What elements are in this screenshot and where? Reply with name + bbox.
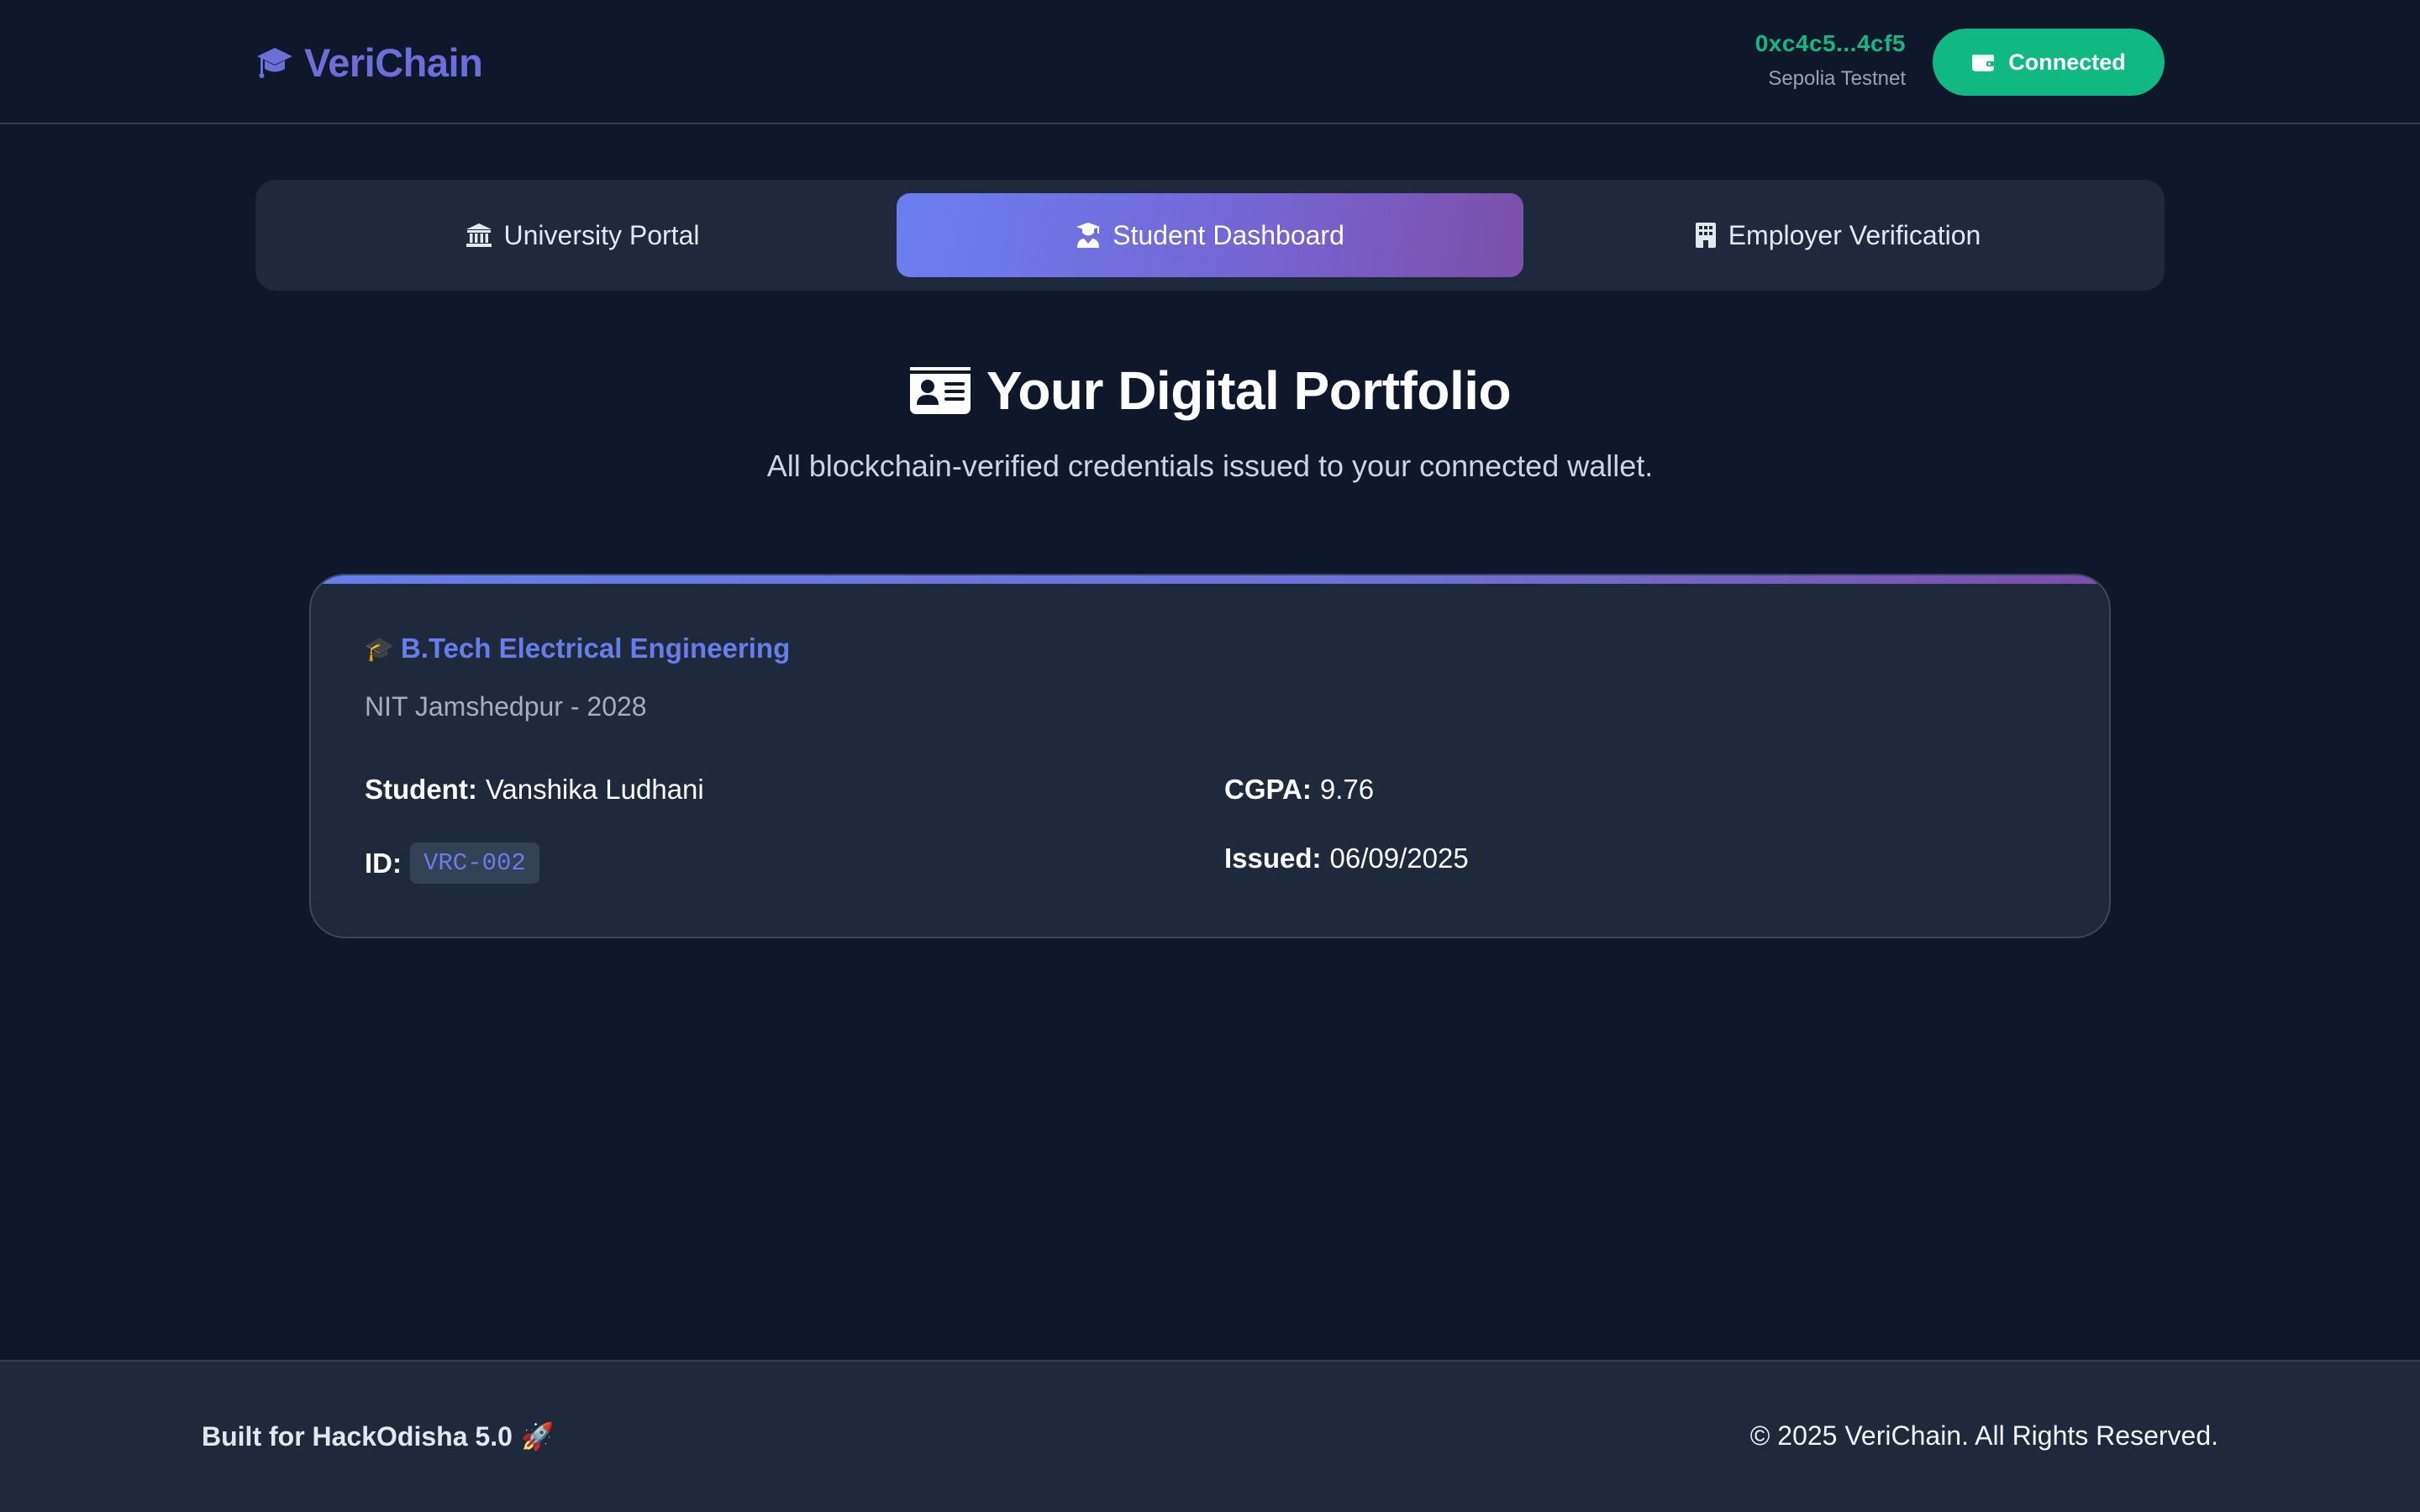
graduation-cap-icon — [255, 43, 294, 81]
connect-label: Connected — [2008, 49, 2126, 75]
cgpa-label: CGPA: — [1224, 774, 1312, 805]
student-field: Student: Vanshika Ludhani — [365, 774, 704, 806]
student-name: Vanshika Ludhani — [485, 774, 704, 805]
page-title: Your Digital Portfolio — [986, 360, 1512, 421]
issued-label: Issued: — [1224, 843, 1322, 874]
tab-student-dashboard[interactable]: Student Dashboard — [897, 193, 1523, 277]
university-icon — [466, 222, 492, 249]
page-title-row: Your Digital Portfolio — [0, 353, 2420, 428]
credential-id-chip: VRC-002 — [410, 843, 539, 884]
app-page: VeriChain 0xc4c5...4cf5 Sepolia Testnet … — [0, 0, 2420, 1512]
top-header: VeriChain 0xc4c5...4cf5 Sepolia Testnet … — [0, 0, 2420, 124]
id-label: ID: — [365, 847, 402, 879]
issued-field: Issued: 06/09/2025 — [1224, 843, 1469, 874]
page-footer: Built for HackOdisha 5.0 🚀 © 2025 VeriCh… — [0, 1360, 2420, 1512]
wallet-address: 0xc4c5...4cf5 — [1754, 30, 1906, 56]
main-tabs: University Portal Student Dashboard Empl… — [255, 180, 2165, 291]
tab-label: Employer Verification — [1728, 219, 1981, 250]
brand-name: VeriChain — [304, 39, 483, 85]
credential-card: 🎓 B.Tech Electrical Engineering NIT Jams… — [309, 574, 2111, 938]
institution-year: NIT Jamshedpur - 2028 — [365, 691, 647, 722]
rocket-icon: 🚀 — [520, 1421, 555, 1452]
wallet-info: 0xc4c5...4cf5 Sepolia Testnet — [1755, 30, 1906, 91]
building-icon — [1695, 222, 1717, 249]
tab-employer-verification[interactable]: Employer Verification — [1524, 193, 2151, 277]
graduation-emoji-icon: 🎓 — [365, 635, 394, 662]
card-accent-bar — [311, 575, 2109, 584]
graduate-icon — [1076, 222, 1101, 249]
student-label: Student: — [365, 774, 477, 805]
brand-logo[interactable]: VeriChain — [255, 37, 483, 87]
id-field: ID: VRC-002 — [365, 843, 539, 884]
tab-label: Student Dashboard — [1113, 219, 1344, 250]
cgpa-value: 9.76 — [1319, 774, 1375, 805]
connect-wallet-button[interactable]: Connected — [1933, 29, 2165, 96]
degree-heading: 🎓 B.Tech Electrical Engineering — [365, 633, 790, 664]
tab-label: University Portal — [503, 219, 700, 250]
page-subtitle: All blockchain-verified credentials issu… — [766, 449, 1654, 483]
footer-built-for: Built for HackOdisha 5.0 🚀 — [202, 1420, 555, 1452]
issued-date: 06/09/2025 — [1329, 843, 1469, 874]
tab-university-portal[interactable]: University Portal — [269, 193, 896, 277]
degree-title: B.Tech Electrical Engineering — [400, 633, 791, 664]
footer-copyright: © 2025 VeriChain. All Rights Reserved. — [1749, 1420, 2218, 1451]
footer-left-text: Built for HackOdisha 5.0 — [202, 1420, 513, 1452]
cgpa-field: CGPA: 9.76 — [1224, 774, 1374, 806]
network-name: Sepolia Testnet — [1768, 67, 1906, 90]
wallet-icon — [1971, 52, 1995, 72]
id-card-icon — [908, 366, 971, 415]
